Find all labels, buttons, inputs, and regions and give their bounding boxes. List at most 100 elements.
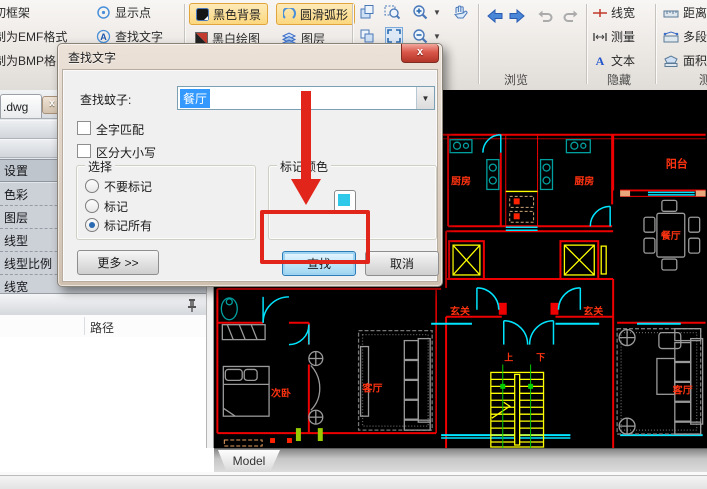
find-text-dialog: 查找文字 x 查找蚊子: 餐厅 ▼ 全字匹配 区分大小写 选择 不要标记 标记 …: [57, 43, 443, 287]
dialog-close-button[interactable]: x: [401, 44, 439, 63]
whole-word-checkbox[interactable]: [77, 121, 91, 135]
copy-bmp-label: 制为BMP格: [0, 52, 56, 69]
label-dining: 餐厅: [660, 229, 681, 242]
zoom-in-button[interactable]: ▼: [412, 4, 441, 20]
label-entry-b: 玄关: [583, 305, 603, 318]
application-window: 切框架 制为EMF格式 制为BMP格 显示点 A 查找文字 黑色背景 圆滑弧形 …: [0, 0, 707, 489]
pushpin-icon[interactable]: [186, 298, 198, 312]
path-column-header[interactable]: 路径: [90, 319, 114, 336]
zoom-in-icon: [412, 4, 428, 20]
dialog-title: 查找文字: [68, 49, 116, 66]
layout-tab-bar: Model: [214, 448, 707, 473]
cancel-button[interactable]: 取消: [365, 251, 439, 276]
label-kitchen-a: 厨房: [451, 174, 471, 187]
paste-view-button[interactable]: [359, 28, 375, 44]
mark-color-button[interactable]: [334, 190, 356, 212]
smooth-arc-toggle[interactable]: 圆滑弧形: [276, 3, 355, 25]
paste-view-icon: [359, 28, 375, 44]
combobox-dropdown-icon[interactable]: ▼: [416, 87, 434, 109]
display-point-icon: [96, 5, 111, 20]
close-icon: x: [417, 46, 423, 58]
polyline-icon: [663, 31, 679, 43]
bed: [223, 366, 269, 416]
label-living-a: 客厅: [362, 381, 383, 394]
group-label-hide: 隐藏: [593, 71, 645, 88]
pan-hand-icon: [452, 4, 468, 20]
selection-group-title: 选择: [85, 158, 115, 175]
no-mark-radio[interactable]: [85, 179, 99, 193]
zoom-fit-icon: [387, 29, 401, 43]
sidebar-item-label: 图层: [4, 209, 28, 226]
forward-button[interactable]: [508, 8, 526, 24]
mark-all-label: 标记所有: [104, 217, 152, 234]
measure-area-button[interactable]: 面积: [663, 52, 707, 69]
match-case-checkbox[interactable]: [77, 144, 91, 158]
measure-polyline-label: 多段: [683, 28, 707, 45]
zoom-in-caret[interactable]: ▼: [433, 8, 441, 17]
line-width-icon: [593, 7, 607, 19]
copy-view-button[interactable]: [359, 4, 375, 20]
zoom-window-icon: [384, 4, 400, 20]
dwg-document-tab[interactable]: .dwg: [0, 94, 42, 118]
forward-arrow-icon: [508, 8, 526, 24]
smooth-arc-icon: [283, 8, 296, 21]
mark-all-radio[interactable]: [85, 218, 99, 232]
menu-item-copy-emf[interactable]: 制为EMF格式: [0, 28, 67, 45]
svg-text:A: A: [100, 32, 107, 42]
zoom-window-button[interactable]: [384, 4, 400, 20]
undo-button[interactable]: [536, 8, 554, 24]
copy-view-icon: [359, 4, 375, 20]
pan-button[interactable]: [452, 4, 468, 20]
search-text-value: 餐厅: [180, 89, 210, 108]
status-bar: [0, 475, 707, 489]
mark-color-swatch: [338, 194, 350, 206]
display-point-button[interactable]: 显示点: [96, 4, 151, 21]
black-background-label: 黑色背景: [213, 6, 261, 23]
dialog-body: 查找蚊子: 餐厅 ▼ 全字匹配 区分大小写 选择 不要标记 标记 标记所有 标记…: [62, 69, 438, 282]
hide-text-button[interactable]: A 文本: [593, 52, 635, 69]
sidebar-item-label: 线宽: [4, 278, 28, 295]
zoom-out-caret[interactable]: ▼: [433, 32, 441, 41]
model-tab-label: Model: [233, 454, 266, 468]
redo-icon: [562, 8, 580, 24]
undo-icon: [536, 8, 554, 24]
mark-radio[interactable]: [85, 199, 99, 213]
dwg-tab-label: .dwg: [3, 100, 28, 114]
redo-button[interactable]: [562, 8, 580, 24]
sidebar-item-label: 线型: [4, 232, 28, 249]
measure-polyline-button[interactable]: 多段: [663, 28, 707, 45]
svg-text:A: A: [596, 54, 605, 67]
measure-icon: [593, 31, 607, 43]
back-button[interactable]: [486, 8, 504, 24]
hide-measure-button[interactable]: 测量: [593, 28, 635, 45]
hide-linewidth-button[interactable]: 线宽: [593, 4, 635, 21]
black-background-toggle[interactable]: 黑色背景: [189, 3, 268, 25]
measure-distance-label: 距离: [683, 4, 707, 21]
label-stair-down: 下: [536, 352, 545, 362]
label-stair-up: 上: [504, 351, 513, 362]
menu-item-crop-frame[interactable]: 切框架: [0, 4, 30, 21]
whole-word-label: 全字匹配: [96, 121, 144, 138]
annotation-highlight-rect: [260, 210, 370, 264]
label-living-b: 客厅: [672, 383, 693, 396]
group-label-measure: 测: [690, 71, 707, 88]
back-arrow-icon: [486, 8, 504, 24]
measure-distance-button[interactable]: 距离: [663, 4, 707, 21]
label-kitchen-b: 厨房: [574, 174, 594, 187]
model-tab[interactable]: Model: [218, 450, 280, 472]
more-button[interactable]: 更多 >>: [77, 250, 159, 275]
display-point-label: 显示点: [115, 4, 151, 21]
selection-groupbox: 选择 不要标记 标记 标记所有: [76, 165, 256, 240]
group-label-browse: 浏览: [486, 71, 546, 88]
sofa-left: [359, 331, 433, 430]
sidebar-item-label: 设置: [4, 162, 28, 179]
mark-label: 标记: [104, 198, 128, 215]
file-list-area[interactable]: [0, 337, 206, 475]
crop-frame-label: 切框架: [0, 4, 30, 21]
columns: [309, 352, 323, 425]
measure-area-label: 面积: [683, 52, 707, 69]
zoom-out-button[interactable]: ▼: [412, 28, 441, 44]
panel-header-bar: [0, 293, 206, 317]
menu-item-copy-bmp[interactable]: 制为BMP格: [0, 52, 56, 69]
text-icon: A: [593, 54, 607, 67]
